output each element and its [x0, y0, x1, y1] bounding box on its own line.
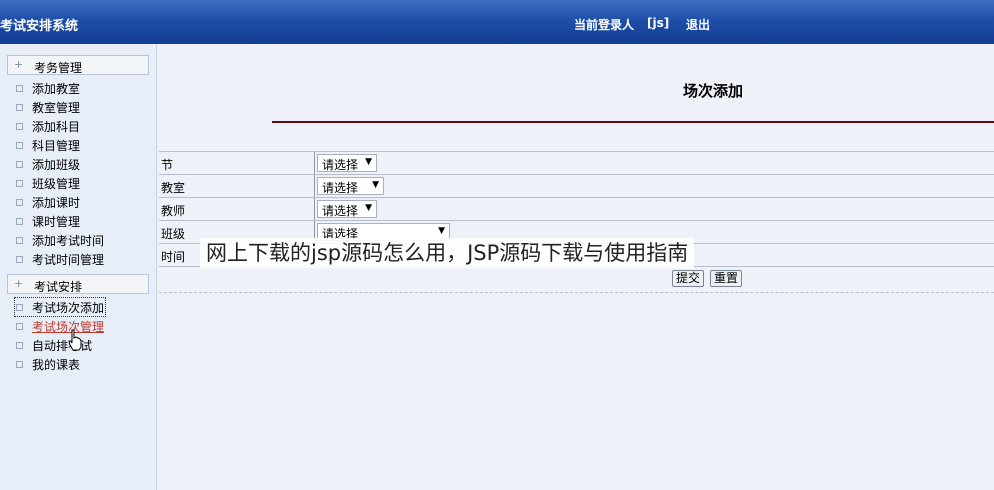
column-divider — [314, 152, 315, 175]
square-bullet-icon — [16, 361, 23, 368]
dropdown-arrow-icon: ▼ — [438, 226, 445, 236]
square-bullet-icon — [16, 104, 23, 111]
sidebar-item-label: 考试时间管理 — [32, 253, 105, 267]
sidebar-item-add-exam-time[interactable]: 添加考试时间 — [16, 232, 104, 248]
hand-cursor-icon — [68, 329, 82, 351]
column-divider — [314, 175, 315, 198]
form-row-section: 节 请选择 ▼ — [159, 151, 994, 175]
sidebar-item-classroom-manage[interactable]: 教室管理 — [16, 99, 80, 115]
sidebar-item-label: 添加科目 — [32, 120, 81, 134]
sidebar-item-label: 课时管理 — [32, 215, 81, 229]
field-label: 节 — [161, 158, 174, 172]
field-label: 班级 — [161, 227, 186, 241]
square-bullet-icon — [16, 199, 23, 206]
sidebar-item-label: 添加课时 — [32, 196, 81, 210]
page-title: 场次添加 — [683, 82, 744, 100]
square-bullet-icon — [16, 142, 23, 149]
reset-button[interactable]: 重置 — [710, 270, 743, 287]
square-bullet-icon — [16, 218, 23, 225]
current-user-value: [js] — [647, 16, 670, 30]
sidebar-item-add-subject[interactable]: 添加科目 — [16, 118, 80, 134]
sidebar-item-add-session[interactable]: 考试场次添加 — [13, 297, 107, 317]
sidebar-item-label: 我的课表 — [32, 358, 81, 372]
sidebar-item-my-timetable[interactable]: 我的课表 — [16, 356, 80, 372]
sidebar-item-class-manage[interactable]: 班级管理 — [16, 175, 80, 191]
overlay-caption: 网上下载的jsp源码怎么用，JSP源码下载与使用指南 — [200, 238, 695, 268]
square-bullet-icon — [16, 342, 23, 349]
sidebar-item-session-manage[interactable]: 考试场次管理 — [16, 318, 104, 334]
form-row-teacher: 教师 请选择 ▼ — [159, 197, 994, 221]
square-bullet-icon — [16, 85, 23, 92]
sidebar-item-period-manage[interactable]: 课时管理 — [16, 213, 80, 229]
current-user-label: 当前登录人 — [574, 18, 635, 32]
title-divider — [272, 121, 994, 123]
sidebar-item-label: 班级管理 — [32, 177, 81, 191]
dropdown-arrow-icon: ▼ — [365, 203, 372, 213]
sidebar-item-label: 教室管理 — [32, 101, 81, 115]
square-bullet-icon — [16, 237, 23, 244]
field-label: 教室 — [161, 181, 186, 195]
sidebar-group-exam-affairs[interactable]: + 考务管理 — [7, 55, 149, 75]
square-bullet-icon — [16, 304, 23, 311]
sidebar-item-subject-manage[interactable]: 科目管理 — [16, 137, 80, 153]
select-value: 请选择 — [322, 181, 359, 195]
sidebar-item-label: 自动排考试 — [32, 339, 93, 353]
square-bullet-icon — [16, 323, 23, 330]
sidebar-item-label: 添加考试时间 — [32, 234, 105, 248]
teacher-select[interactable]: 请选择 ▼ — [317, 200, 377, 218]
square-bullet-icon — [16, 180, 23, 187]
logout-link[interactable]: 退出 — [686, 16, 710, 33]
section-select[interactable]: 请选择 ▼ — [317, 154, 377, 172]
plus-icon: + — [14, 58, 24, 71]
sidebar-item-label: 考试场次添加 — [32, 301, 105, 315]
sidebar-item-add-classroom[interactable]: 添加教室 — [16, 80, 80, 96]
sidebar-item-label: 添加班级 — [32, 158, 81, 172]
app-header: 考试安排系统 当前登录人 [js] 退出 — [0, 0, 994, 44]
form-row-actions — [159, 266, 994, 292]
sidebar-item-label: 添加教室 — [32, 82, 81, 96]
square-bullet-icon — [16, 123, 23, 130]
sidebar-item-add-period[interactable]: 添加课时 — [16, 194, 80, 210]
plus-icon: + — [14, 277, 24, 290]
dropdown-arrow-icon: ▼ — [365, 157, 372, 167]
sidebar-group-exam-schedule[interactable]: + 考试安排 — [7, 274, 149, 294]
sidebar-item-exam-time-manage[interactable]: 考试时间管理 — [16, 251, 104, 267]
form-bottom-border — [159, 292, 994, 293]
form-row-classroom: 教室 请选择 ▼ — [159, 174, 994, 198]
square-bullet-icon — [16, 161, 23, 168]
app-title: 考试安排系统 — [0, 19, 79, 34]
square-bullet-icon — [16, 256, 23, 263]
sidebar-item-add-class[interactable]: 添加班级 — [16, 156, 80, 172]
dropdown-arrow-icon: ▼ — [372, 180, 379, 190]
field-label: 时间 — [161, 250, 186, 264]
submit-button[interactable]: 提交 — [672, 270, 705, 287]
select-value: 请选择 — [322, 158, 359, 172]
sidebar-item-label: 科目管理 — [32, 139, 81, 153]
column-divider — [314, 198, 315, 221]
field-label: 教师 — [161, 204, 186, 218]
select-value: 请选择 — [322, 204, 359, 218]
classroom-select[interactable]: 请选择 ▼ — [317, 177, 384, 195]
sidebar-group-label: 考试安排 — [34, 280, 83, 294]
sidebar-group-label: 考务管理 — [34, 61, 83, 75]
